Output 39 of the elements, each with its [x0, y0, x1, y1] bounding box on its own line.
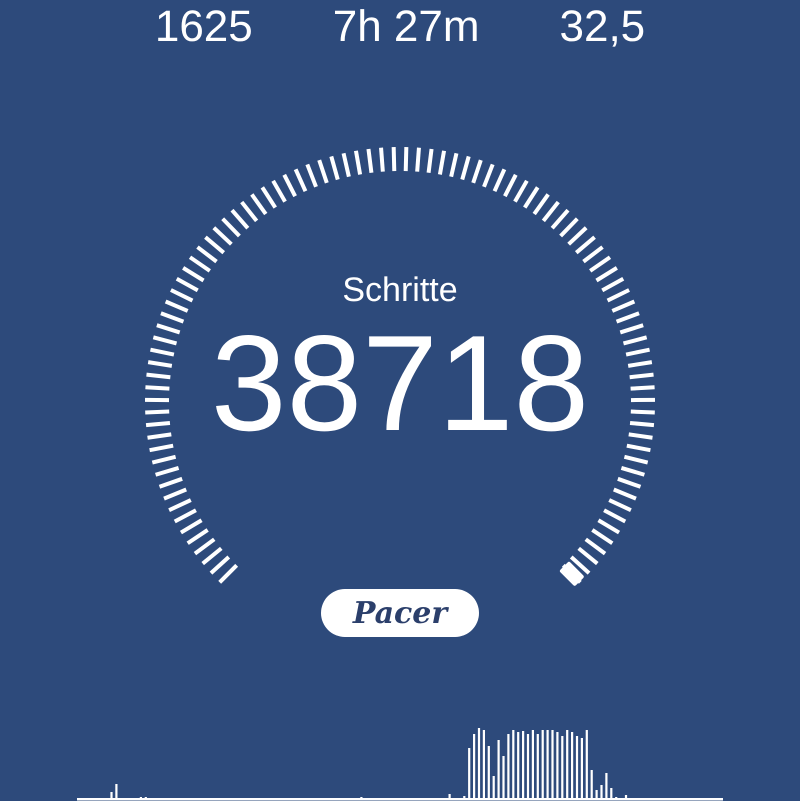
activity-bar [571, 732, 574, 798]
activity-bar [448, 794, 451, 798]
activity-bar [576, 736, 578, 798]
activity-bar [542, 730, 544, 798]
activity-bar [110, 792, 113, 798]
activity-bar [115, 784, 118, 798]
activity-bar [596, 790, 598, 798]
activity-bar [561, 736, 564, 798]
activity-bar [468, 748, 470, 798]
activity-bar [551, 730, 554, 798]
activity-bar [526, 734, 530, 798]
activity-bar [498, 740, 500, 798]
activity-bar [580, 738, 583, 798]
activity-bar [590, 770, 593, 798]
activity-bar [512, 730, 514, 798]
activity-bar [507, 734, 510, 798]
stat-value: 7h 27m [332, 5, 480, 49]
activity-bar [473, 734, 476, 798]
stat-value: 32,5 [560, 5, 646, 49]
steps-label: Schritte [342, 272, 458, 310]
logo-badge: Pacer [321, 589, 479, 637]
activity-bar [488, 746, 490, 798]
stat-value: 1625 [154, 5, 253, 49]
activity-bar [478, 728, 480, 798]
activity-bar [522, 731, 524, 798]
activity-bar [600, 785, 603, 798]
activity-bar [482, 730, 485, 798]
activity-bar [610, 788, 612, 798]
activity-bar [566, 730, 568, 798]
activity-bar [586, 730, 588, 798]
steps-count: 38718 [210, 315, 590, 452]
activity-bar [532, 730, 534, 798]
activity-bar [536, 734, 539, 798]
activity-bar [492, 776, 495, 798]
activity-bar [605, 773, 608, 798]
activity-bar [517, 732, 520, 798]
activity-bar [546, 730, 549, 798]
activity-bar [556, 732, 558, 798]
activity-bar [502, 756, 505, 798]
